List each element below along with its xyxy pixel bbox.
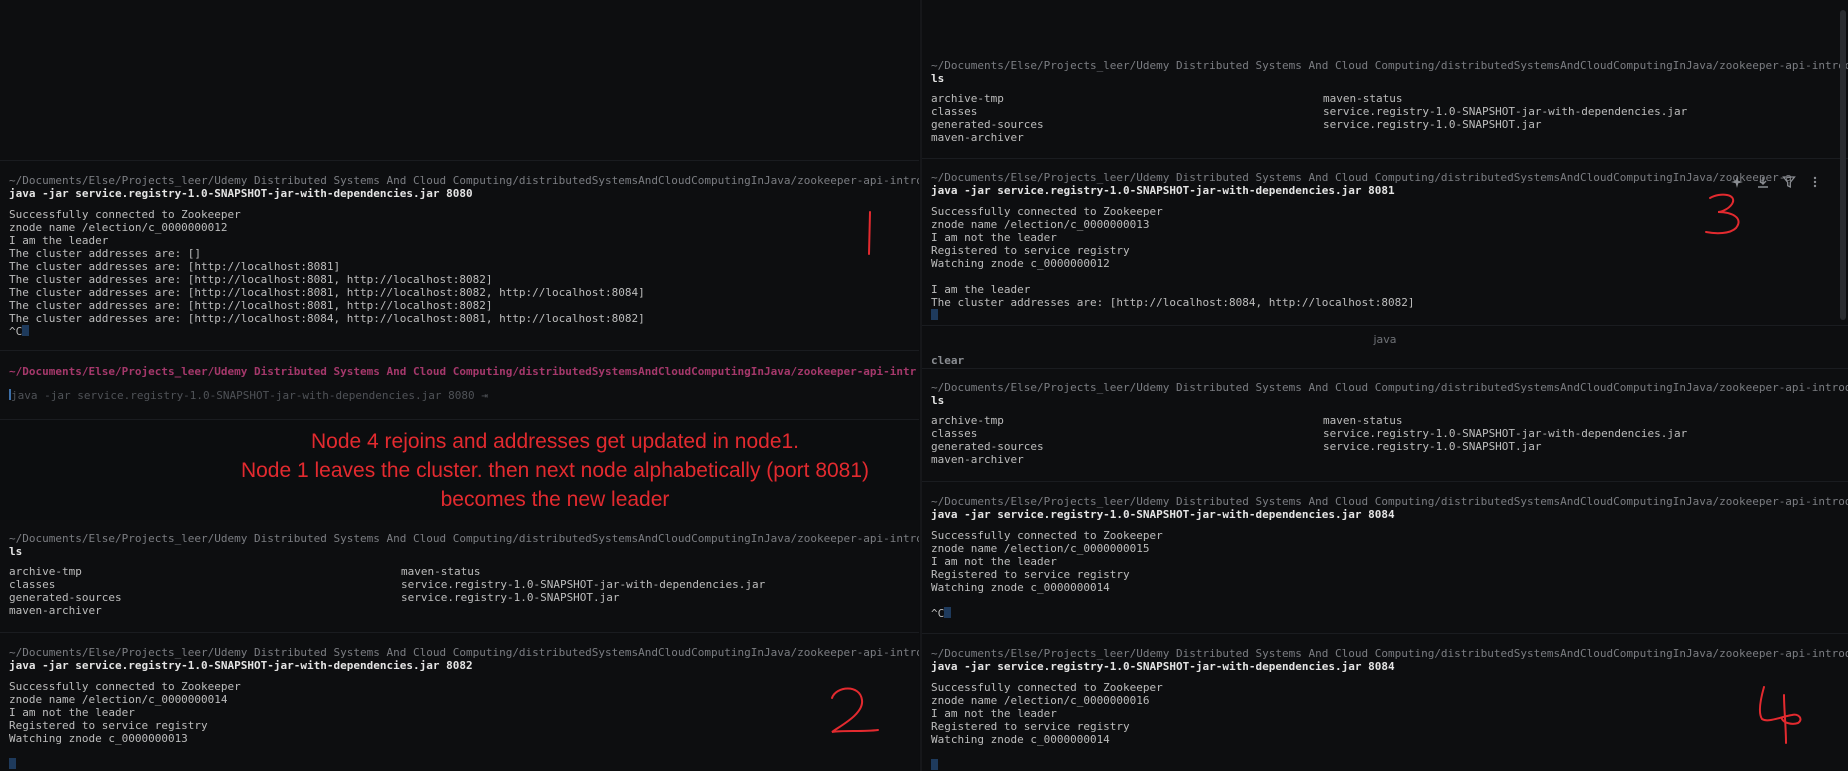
divider <box>0 632 919 633</box>
output-line: Registered to service registry <box>931 244 1130 257</box>
interrupt-text: ^C <box>9 325 23 338</box>
handwritten-label-4 <box>1758 686 1802 744</box>
command-line: ls <box>931 394 945 407</box>
cursor <box>9 758 16 769</box>
divider <box>0 350 919 351</box>
output-line: znode name /election/c_0000000014 <box>9 693 228 706</box>
command-line: java -jar service.registry-1.0-SNAPSHOT-… <box>9 659 473 672</box>
filter-icon[interactable] <box>1782 175 1796 189</box>
cursor <box>944 607 952 618</box>
ls-output: archive-tmp classes generated-sources ma… <box>9 565 766 617</box>
cursor <box>22 325 30 336</box>
prompt-path: ~/Documents/Else/Projects_leer/Udemy Dis… <box>931 171 1792 184</box>
prompt-path-active: ~/Documents/Else/Projects_leer/Udemy Dis… <box>9 365 917 378</box>
output-line: The cluster addresses are: [http://local… <box>9 312 645 325</box>
output-line: Watching znode c_0000000014 <box>931 581 1110 594</box>
divider <box>922 158 1848 159</box>
block-toolbar <box>1730 175 1822 189</box>
terminal-pane-node1[interactable]: ~/Documents/Else/Projects_leer/Udemy Dis… <box>0 0 919 420</box>
output-line: The cluster addresses are: [http://local… <box>9 273 493 286</box>
output-line: I am the leader <box>931 283 1031 296</box>
cursor <box>931 759 938 770</box>
output-line: Successfully connected to Zookeeper <box>931 681 1163 694</box>
annotation-text: Node 4 rejoins and addresses get updated… <box>240 430 870 511</box>
prompt-path: ~/Documents/Else/Projects_leer/Udemy Dis… <box>931 381 1848 394</box>
prompt-path: ~/Documents/Else/Projects_leer/Udemy Dis… <box>931 59 1848 72</box>
output-line: Successfully connected to Zookeeper <box>9 208 241 221</box>
prompt-path: ~/Documents/Else/Projects_leer/Udemy Dis… <box>9 532 919 545</box>
ls-output: archive-tmp classes generated-sources ma… <box>931 92 1688 144</box>
command-line: java -jar service.registry-1.0-SNAPSHOT-… <box>9 187 473 200</box>
prompt-path: ~/Documents/Else/Projects_leer/Udemy Dis… <box>931 495 1848 508</box>
divider <box>922 481 1848 482</box>
sparkle-icon[interactable] <box>1730 175 1744 189</box>
output-line: Registered to service registry <box>9 719 208 732</box>
output-line: znode name /election/c_0000000012 <box>9 221 228 234</box>
scrollbar[interactable] <box>1840 10 1846 320</box>
prompt-path: ~/Documents/Else/Projects_leer/Udemy Dis… <box>931 647 1848 660</box>
output-line: The cluster addresses are: [http://local… <box>931 296 1415 309</box>
command-line: clear <box>931 354 965 367</box>
interrupt-text: ^C <box>931 607 945 620</box>
output-line: znode name /election/c_0000000015 <box>931 542 1150 555</box>
output-line: Successfully connected to Zookeeper <box>9 680 241 693</box>
output-line: I am not the leader <box>931 555 1057 568</box>
terminal-pane-node3[interactable]: ~/Documents/Else/Projects_leer/Udemy Dis… <box>922 0 1848 326</box>
command-suggestion[interactable]: java -jar service.registry-1.0-SNAPSHOT-… <box>11 389 488 402</box>
cursor <box>931 309 938 320</box>
download-icon[interactable] <box>1756 175 1770 189</box>
terminal-pane-node4[interactable]: java clear ~/Documents/Else/Projects_lee… <box>922 327 1848 771</box>
handwritten-label-2 <box>831 687 879 733</box>
handwritten-label-1 <box>868 211 871 255</box>
output-line: Registered to service registry <box>931 720 1130 733</box>
output-line: Watching znode c_0000000012 <box>931 257 1110 270</box>
divider <box>0 160 919 161</box>
command-line: java -jar service.registry-1.0-SNAPSHOT-… <box>931 508 1395 521</box>
output-line: The cluster addresses are: [http://local… <box>9 286 645 299</box>
output-line: The cluster addresses are: [http://local… <box>9 299 493 312</box>
output-line: I am the leader <box>9 234 109 247</box>
output-line: I am not the leader <box>9 706 135 719</box>
terminal-pane-node2[interactable]: ~/Documents/Else/Projects_leer/Udemy Dis… <box>0 520 919 771</box>
command-line: ls <box>9 545 23 558</box>
output-line: Watching znode c_0000000014 <box>931 733 1110 746</box>
output-line: Successfully connected to Zookeeper <box>931 529 1163 542</box>
divider <box>922 325 1848 326</box>
pane-title: java <box>1373 333 1397 346</box>
divider <box>922 368 1848 369</box>
prompt-path: ~/Documents/Else/Projects_leer/Udemy Dis… <box>9 646 919 659</box>
output-line: Registered to service registry <box>931 568 1130 581</box>
divider <box>922 633 1848 634</box>
output-line: The cluster addresses are: [http://local… <box>9 260 341 273</box>
command-line: java -jar service.registry-1.0-SNAPSHOT-… <box>931 660 1395 673</box>
output-line: I am not the leader <box>931 707 1057 720</box>
divider <box>0 419 919 420</box>
handwritten-label-3 <box>1705 193 1740 235</box>
output-line: znode name /election/c_0000000016 <box>931 694 1150 707</box>
more-icon[interactable] <box>1808 175 1822 189</box>
output-line: The cluster addresses are: [] <box>9 247 202 260</box>
output-line: Watching znode c_0000000013 <box>9 732 188 745</box>
command-line: ls <box>931 72 945 85</box>
ls-output: archive-tmp classes generated-sources ma… <box>931 414 1688 466</box>
prompt-path: ~/Documents/Else/Projects_leer/Udemy Dis… <box>9 174 919 187</box>
